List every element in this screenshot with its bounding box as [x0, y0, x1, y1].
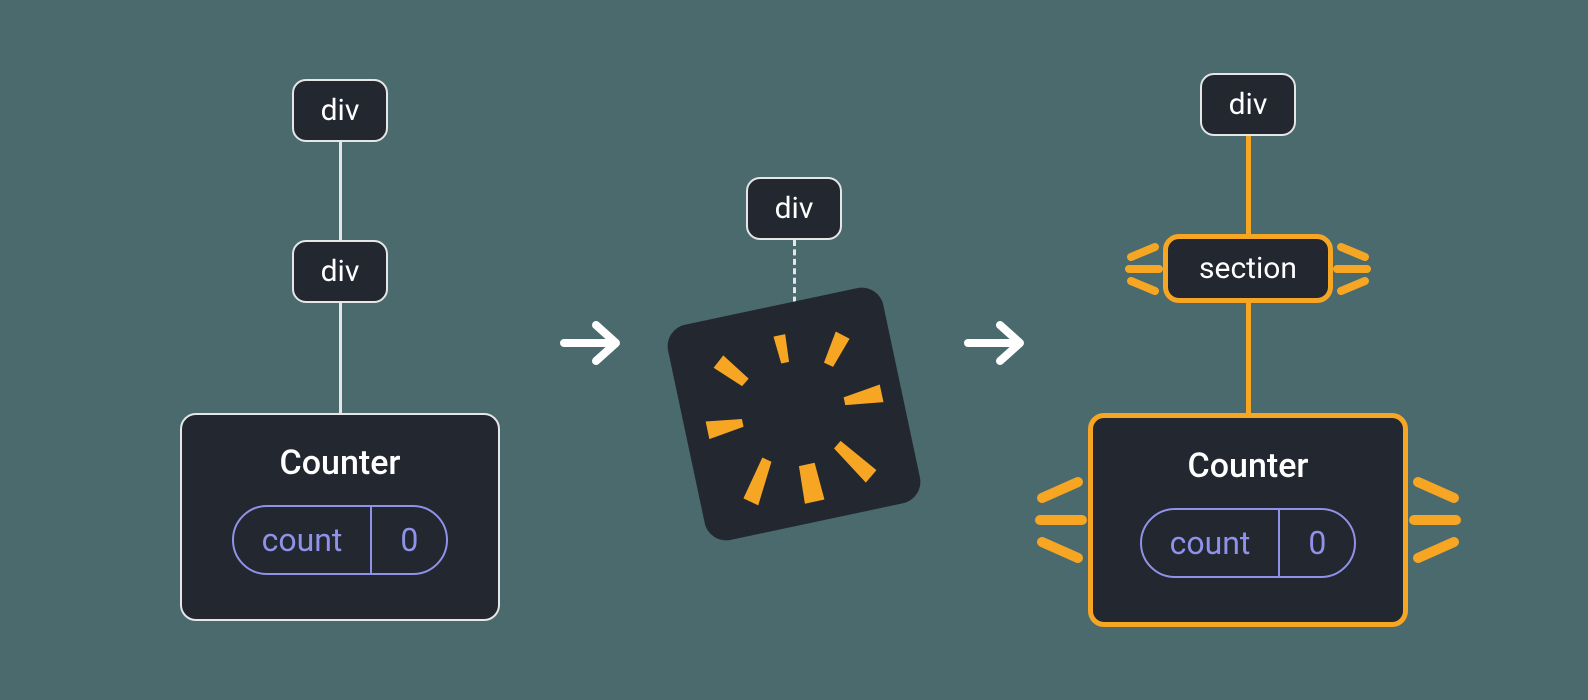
state-value: 0 — [1280, 510, 1354, 576]
state-key: count — [234, 507, 371, 573]
exploding-node — [684, 304, 904, 524]
tree-before: div div Counter count 0 — [180, 79, 500, 621]
state-pill: count 0 — [232, 505, 449, 575]
tree-after: div section Counter count 0 — [1088, 73, 1408, 627]
edge-highlighted — [1246, 303, 1251, 413]
node-div-root-during: div — [746, 177, 842, 240]
emphasis-rays-icon — [1018, 470, 1088, 570]
emphasis-rays-icon — [1113, 239, 1163, 299]
emphasis-rays-icon — [1408, 470, 1478, 570]
node-label: div — [1229, 87, 1268, 122]
node-label: section — [1199, 251, 1297, 286]
node-label: div — [321, 93, 360, 128]
node-counter-after: Counter count 0 — [1088, 413, 1408, 627]
node-label: div — [775, 191, 814, 226]
node-div-root-before: div — [292, 79, 388, 142]
node-section-after: section — [1163, 234, 1333, 303]
node-label: div — [321, 254, 360, 289]
state-key: count — [1142, 510, 1279, 576]
node-div-child-before: div — [292, 240, 388, 303]
state-value: 0 — [372, 507, 446, 573]
edge — [339, 142, 342, 240]
node-counter-before: Counter count 0 — [180, 413, 500, 621]
arrow-icon — [964, 315, 1028, 386]
emphasis-rays-icon — [1333, 239, 1383, 299]
node-div-root-after: div — [1200, 73, 1296, 136]
component-name: Counter — [1133, 446, 1363, 486]
arrow-icon — [560, 315, 624, 386]
edge — [339, 303, 342, 413]
component-name: Counter — [222, 443, 458, 483]
tree-during: div — [684, 177, 904, 524]
edge-highlighted — [1246, 136, 1251, 234]
burst-icon — [664, 283, 925, 544]
state-pill: count 0 — [1140, 508, 1357, 578]
